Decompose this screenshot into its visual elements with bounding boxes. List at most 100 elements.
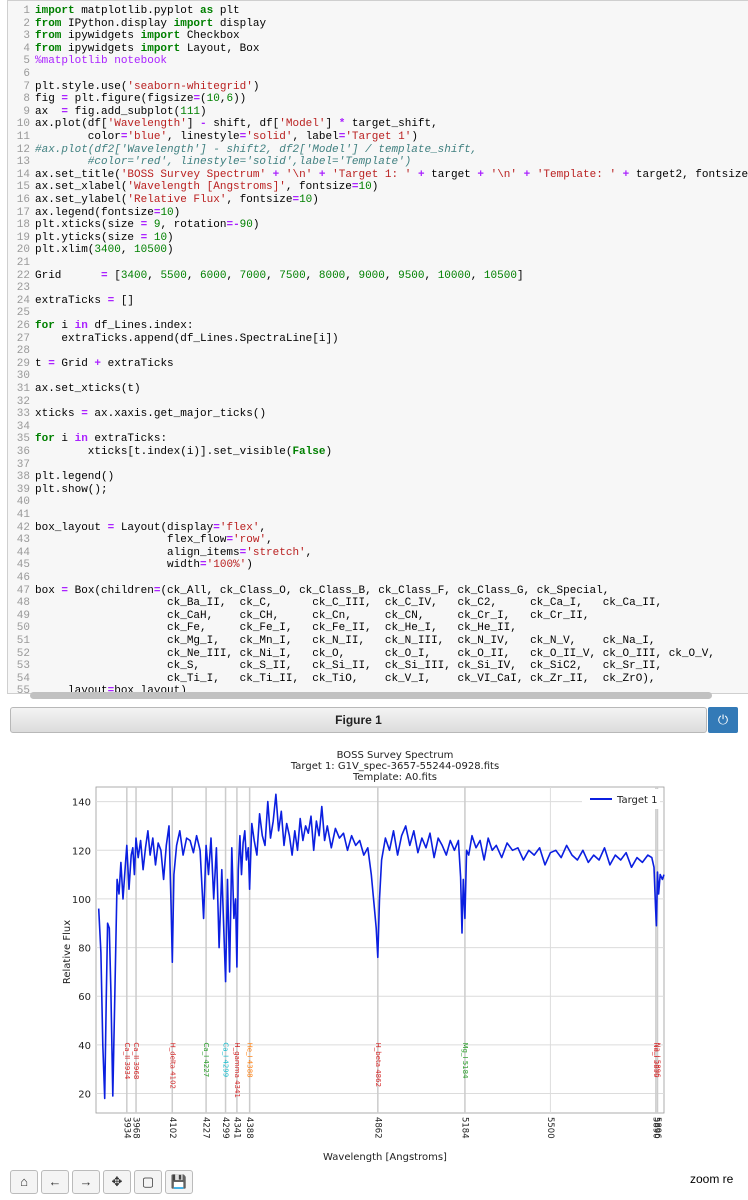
code-line[interactable]: 11 color='blue', linestyle='solid', labe… — [8, 131, 748, 143]
code-line[interactable]: 19 plt.yticks(size = 10) — [8, 232, 748, 244]
code-line[interactable]: 34 — [8, 421, 748, 433]
line-number: 37 — [16, 458, 30, 471]
code-line[interactable]: 41 — [8, 509, 748, 521]
code-line[interactable]: 30 — [8, 370, 748, 382]
forward-button[interactable]: → — [72, 1170, 100, 1194]
code-line[interactable]: 27 extraTicks.append(df_Lines.SpectraLin… — [8, 333, 748, 345]
code-line[interactable]: 14 ax.set_title('BOSS Survey Spectrum' + … — [8, 169, 748, 181]
line-number: 22 — [16, 269, 30, 282]
code-editor[interactable]: 1 import matplotlib.pyplot as plt 2 from IP… — [7, 0, 748, 694]
code-line[interactable]: 28 — [8, 345, 748, 357]
code-line[interactable]: 54 ck_Ti_I, ck_Ti_II, ck_TiO, ck_V_I, ck… — [8, 673, 748, 685]
code-line[interactable]: 3 from ipywidgets import Checkbox — [8, 30, 748, 42]
spectral-line-label: Ca_I 4227 — [202, 1042, 210, 1077]
spectrum-chart[interactable]: Ca_II 3934 Ca_II 3968 H_delta 4102 Ca_I 422… — [0, 740, 748, 1164]
y-tick-label: 60 — [78, 992, 91, 1003]
save-button[interactable]: 💾 — [165, 1170, 193, 1194]
code-line[interactable]: 29 t = Grid + extraTicks — [8, 358, 748, 370]
code-line[interactable]: 31 ax.set_xticks(t) — [8, 383, 748, 395]
code-line[interactable]: 25 — [8, 307, 748, 319]
code-line[interactable]: 20 plt.xlim(3400, 10500) — [8, 244, 748, 256]
line-number: 35 — [16, 433, 30, 446]
line-number: 8 — [23, 93, 30, 106]
code-line[interactable]: 13 #color='red', linestyle='solid',label… — [8, 156, 748, 168]
home-icon: ⌂ — [20, 1174, 28, 1189]
code-line[interactable]: 38 plt.legend() — [8, 471, 748, 483]
code-line[interactable]: 32 — [8, 396, 748, 408]
code-line[interactable]: 44 align_items='stretch', — [8, 547, 748, 559]
code-line[interactable]: 52 ck_Ne_III, ck_Ni_I, ck_O, ck_O_I, ck_… — [8, 648, 748, 660]
y-axis-label: Relative Flux — [62, 920, 73, 984]
code-line[interactable]: 16 ax.set_ylabel('Relative Flux', fontsiz… — [8, 194, 748, 206]
line-number: 50 — [16, 622, 30, 635]
code-line[interactable]: 51 ck_Mg_I, ck_Mn_I, ck_N_II, ck_N_III, … — [8, 635, 748, 647]
code-line[interactable]: 6 — [8, 68, 748, 80]
code-text: ck_Ba_II, ck_C, ck_C_III, ck_C_IV, ck_C2… — [35, 597, 663, 610]
code-line[interactable]: 48 ck_Ba_II, ck_C, ck_C_III, ck_C_IV, ck… — [8, 597, 748, 609]
code-line[interactable]: 22 Grid = [3400, 5500, 6000, 7000, 7500, … — [8, 270, 748, 282]
code-line[interactable]: 23 — [8, 282, 748, 294]
code-line[interactable]: 53 ck_S, ck_S_II, ck_Si_II, ck_Si_III, c… — [8, 660, 748, 672]
code-text: width='100%') — [35, 559, 253, 572]
horizontal-scrollbar[interactable] — [30, 692, 712, 699]
code-text: align_items='stretch', — [35, 546, 313, 559]
code-line[interactable]: 47 box = Box(children=(ck_All, ck_Class_O… — [8, 585, 748, 597]
line-number: 46 — [16, 572, 30, 584]
code-line[interactable]: 21 — [8, 257, 748, 269]
code-line[interactable]: 9 ax = fig.add_subplot(111) — [8, 106, 748, 118]
code-line[interactable]: 49 ck_CaH, ck_CH, ck_Cn, ck_CN, ck_Cr_I,… — [8, 610, 748, 622]
line-number: 4 — [23, 42, 30, 55]
pan-button[interactable]: ✥ — [103, 1170, 131, 1194]
code-line[interactable]: 37 — [8, 459, 748, 471]
line-number: 38 — [16, 471, 30, 484]
code-line[interactable]: 43 flex_flow='row', — [8, 534, 748, 546]
home-button[interactable]: ⌂ — [10, 1170, 38, 1194]
code-line[interactable]: 42 box_layout = Layout(display='flex', — [8, 522, 748, 534]
x-axis-label: Wavelength [Angstroms] — [323, 1152, 447, 1163]
spectral-line-label: Ca_II 3968 — [132, 1042, 140, 1079]
line-number: 29 — [16, 357, 30, 370]
code-line[interactable]: 50 ck_Fe, ck_Fe_I, ck_Fe_II, ck_He_I, ck… — [8, 622, 748, 634]
code-line[interactable]: 46 — [8, 572, 748, 584]
code-line[interactable]: 35 for i in extraTicks: — [8, 433, 748, 445]
line-number: 18 — [16, 219, 30, 232]
line-number: 16 — [16, 194, 30, 206]
code-line[interactable]: 40 — [8, 496, 748, 508]
code-line[interactable]: 10 ax.plot(df['Wavelength'] - shift, df['… — [8, 118, 748, 130]
code-text: box = Box(children=(ck_All, ck_Class_O, … — [35, 584, 610, 597]
spectral-line-label: H_gamma 4341 — [233, 1042, 241, 1097]
chart-subtitle-target: Target 1: G1V_spec-3657-55244-0928.fits — [290, 761, 499, 772]
code-line[interactable]: 24 extraTicks = [] — [8, 295, 748, 307]
code-line[interactable]: 2 from IPython.display import display — [8, 18, 748, 30]
x-tick-label: 4227 — [201, 1117, 211, 1139]
line-number: 30 — [16, 370, 30, 383]
code-line[interactable]: 12 #ax.plot(df2['Wavelength'] - shift2, d… — [8, 144, 748, 156]
code-line[interactable]: 26 for i in df_Lines.index: — [8, 320, 748, 332]
line-number: 53 — [16, 660, 30, 673]
code-line[interactable]: 4 from ipywidgets import Layout, Box — [8, 43, 748, 55]
code-cell[interactable]: 1 import matplotlib.pyplot as plt 2 from IP… — [0, 0, 748, 704]
code-text: ax.set_ylabel('Relative Flux', fontsize=… — [35, 194, 319, 206]
code-line[interactable]: 33 xticks = ax.xaxis.get_major_ticks() — [8, 408, 748, 420]
code-line[interactable]: 1 import matplotlib.pyplot as plt — [8, 5, 748, 17]
back-button[interactable]: ← — [41, 1170, 69, 1194]
code-line[interactable]: 15 ax.set_xlabel('Wavelength [Angstroms]'… — [8, 181, 748, 193]
line-number: 27 — [16, 332, 30, 345]
line-number: 42 — [16, 521, 30, 534]
code-line[interactable]: 17 ax.legend(fontsize=10) — [8, 207, 748, 219]
code-line[interactable]: 18 plt.xticks(size = 9, rotation=-90) — [8, 219, 748, 231]
line-number: 55 — [16, 685, 30, 694]
code-text: ax.plot(df['Wavelength'] - shift, df['Mo… — [35, 118, 438, 131]
code-line[interactable]: 36 xticks[t.index(i)].set_visible(False) — [8, 446, 748, 458]
code-line[interactable]: 45 width='100%') — [8, 559, 748, 571]
zoom-rect-button[interactable]: ▢ — [134, 1170, 162, 1194]
code-text: ax.set_xticks(t) — [35, 383, 141, 395]
code-text: from IPython.display import display — [35, 17, 267, 30]
code-line[interactable]: 8 fig = plt.figure(figsize=(10,6)) — [8, 93, 748, 105]
line-number: 28 — [16, 345, 30, 358]
legend-label: Target 1 — [616, 795, 657, 806]
code-line[interactable]: 7 plt.style.use('seaborn-whitegrid') — [8, 81, 748, 93]
code-line[interactable]: 39 plt.show(); — [8, 484, 748, 496]
close-figure-button[interactable]: ⏻ — [708, 707, 738, 733]
code-line[interactable]: 5 %matplotlib notebook — [8, 55, 748, 67]
